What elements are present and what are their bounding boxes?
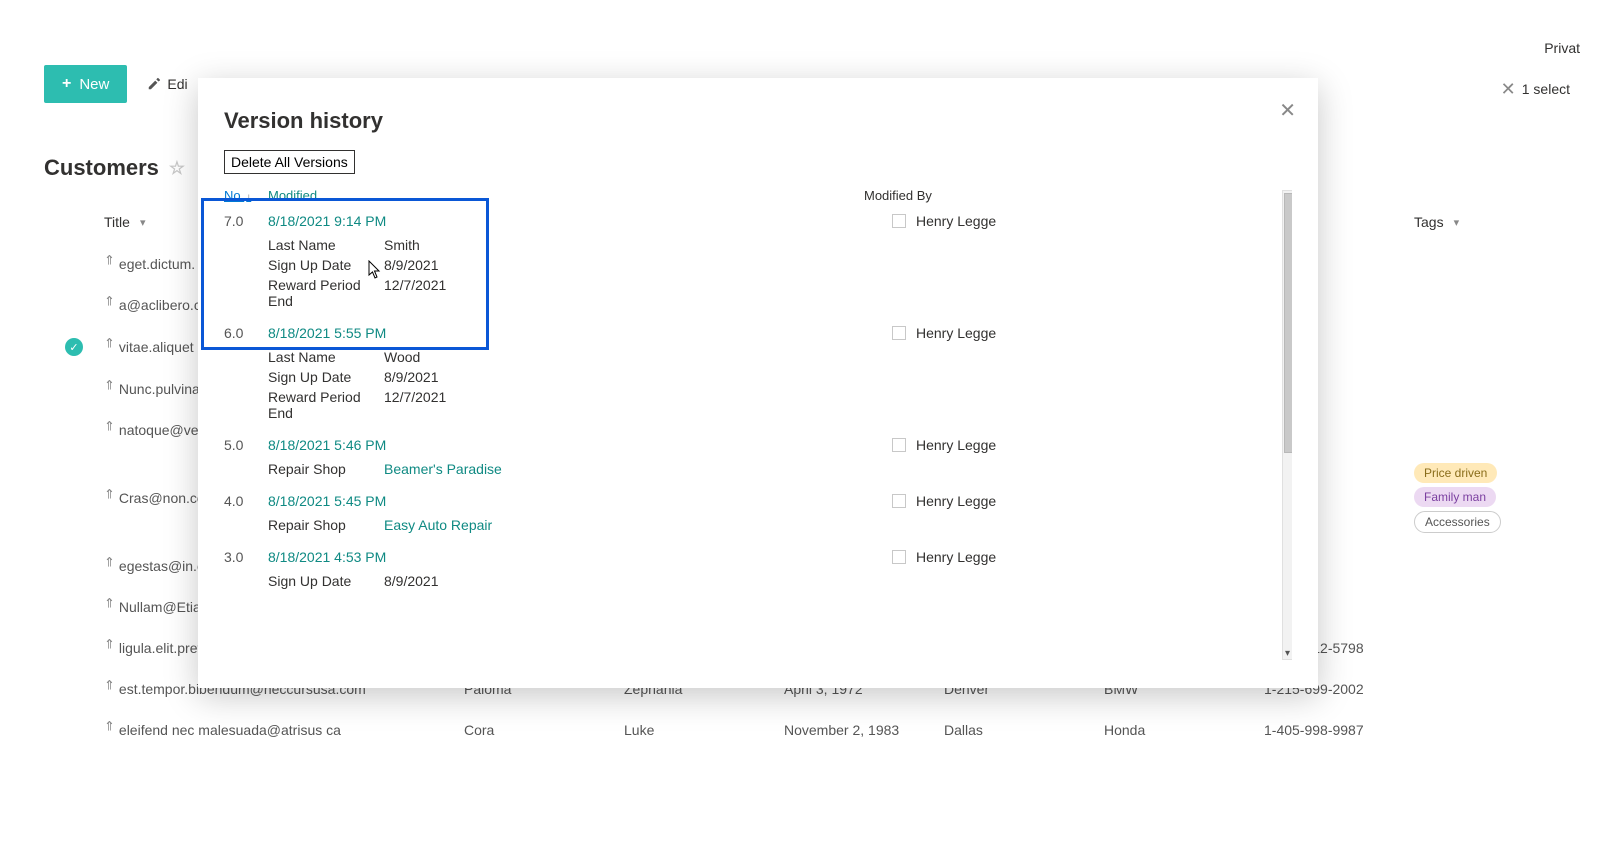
version-field: Last NameWood — [268, 347, 1292, 367]
new-button-label: New — [79, 76, 109, 93]
link-icon: ⇗ — [100, 634, 119, 653]
version-modified-by: Henry Legge — [892, 437, 1292, 453]
version-date-link[interactable]: 8/18/2021 9:14 PM — [268, 213, 386, 229]
link-icon: ⇗ — [100, 484, 119, 503]
link-icon: ⇗ — [100, 375, 119, 394]
scrollbar-thumb[interactable] — [1284, 193, 1292, 453]
version-history-body: No.↓ Modified Modified By 7.08/18/2021 9… — [224, 188, 1292, 668]
version-entry: 7.08/18/2021 9:14 PM Henry Legge Last Name… — [224, 209, 1292, 321]
dialog-title: Version history — [198, 78, 1318, 150]
col-header-modified-by[interactable]: Modified By — [864, 188, 1292, 203]
chevron-down-icon: ▾ — [1454, 216, 1460, 229]
selection-banner: ✕ 1 select — [1501, 80, 1570, 98]
version-history-dialog: Version history ✕ Delete All Versions No… — [198, 78, 1318, 688]
version-date-link[interactable]: 8/18/2021 5:45 PM — [268, 493, 386, 509]
tag-pill[interactable]: Accessories — [1414, 511, 1501, 533]
private-label: Privat — [1544, 40, 1580, 56]
col-header-modified[interactable]: Modified — [268, 188, 864, 203]
close-button[interactable]: ✕ — [1279, 98, 1296, 123]
version-table-header: No.↓ Modified Modified By — [224, 188, 1292, 209]
link-icon: ⇗ — [100, 416, 119, 435]
pencil-icon — [147, 77, 161, 91]
version-field-value[interactable]: Easy Auto Repair — [384, 517, 492, 533]
version-modified-by: Henry Legge — [892, 325, 1292, 341]
version-entry: 5.08/18/2021 5:46 PM Henry Legge Repair Sh… — [224, 433, 1292, 489]
row-number: 1-405-998-9987 — [1264, 722, 1414, 738]
version-field: Sign Up Date8/9/2021 — [268, 571, 1292, 591]
scroll-down-icon[interactable]: ▾ — [1285, 648, 1290, 659]
tag-pill[interactable]: Price driven — [1414, 463, 1497, 483]
version-field-value: 8/9/2021 — [384, 573, 439, 589]
version-modified-by: Henry Legge — [892, 549, 1292, 565]
version-entry: 4.08/18/2021 5:45 PM Henry Legge Repair Sh… — [224, 489, 1292, 545]
version-number: 6.0 — [224, 325, 268, 341]
link-icon: ⇗ — [100, 291, 119, 310]
version-number: 3.0 — [224, 549, 268, 565]
version-entry: 6.08/18/2021 5:55 PM Henry Legge Last Name… — [224, 321, 1292, 433]
list-title: Customers ☆ — [44, 155, 185, 181]
version-date-link[interactable]: 8/18/2021 5:55 PM — [268, 325, 386, 341]
chevron-down-icon: ▾ — [140, 216, 146, 229]
version-field-value: Wood — [384, 349, 420, 365]
version-number: 7.0 — [224, 213, 268, 229]
version-number: 4.0 — [224, 493, 268, 509]
version-modified-by: Henry Legge — [892, 213, 1292, 229]
version-field: Sign Up Date8/9/2021 — [268, 367, 1292, 387]
version-field-value: 8/9/2021 — [384, 369, 439, 385]
edit-button[interactable]: Edi — [147, 76, 187, 92]
link-icon: ⇗ — [100, 716, 119, 735]
version-field: Repair ShopEasy Auto Repair — [268, 515, 1292, 535]
link-icon: ⇗ — [100, 250, 119, 269]
version-field: Repair ShopBeamer's Paradise — [268, 459, 1292, 479]
favorite-star-icon[interactable]: ☆ — [169, 158, 185, 179]
user-presence-icon — [892, 438, 906, 452]
version-field-value[interactable]: Beamer's Paradise — [384, 461, 502, 477]
version-date-link[interactable]: 8/18/2021 5:46 PM — [268, 437, 386, 453]
edit-button-label: Edi — [167, 76, 187, 92]
version-field: Last NameSmith — [268, 235, 1292, 255]
table-row[interactable]: ⇗eleifend nec malesuada@atrisus caCoraLu… — [44, 710, 1580, 751]
version-field: Reward Period End12/7/2021 — [268, 275, 1292, 311]
link-icon: ⇗ — [100, 675, 119, 694]
row-title[interactable]: ⇗eleifend nec malesuada@atrisus ca — [104, 722, 464, 738]
version-field-value: 8/9/2021 — [384, 257, 439, 273]
version-modified-by: Henry Legge — [892, 493, 1292, 509]
col-header-no[interactable]: No.↓ — [224, 188, 268, 203]
version-field-value: 12/7/2021 — [384, 277, 446, 309]
user-presence-icon — [892, 326, 906, 340]
user-presence-icon — [892, 550, 906, 564]
sort-desc-icon: ↓ — [246, 192, 251, 203]
clear-selection-icon[interactable]: ✕ — [1501, 80, 1516, 98]
version-date-link[interactable]: 8/18/2021 4:53 PM — [268, 549, 386, 565]
new-button[interactable]: + New — [44, 65, 127, 103]
version-field: Reward Period End12/7/2021 — [268, 387, 1292, 423]
scrollbar[interactable]: ▴ ▾ — [1282, 190, 1292, 660]
version-entry: 3.08/18/2021 4:53 PM Henry Legge Sign Up D… — [224, 545, 1292, 601]
tag-pill[interactable]: Family man — [1414, 487, 1496, 507]
selection-count: 1 select — [1522, 81, 1570, 97]
version-field-value: 12/7/2021 — [384, 389, 446, 421]
delete-all-versions-button[interactable]: Delete All Versions — [224, 150, 355, 174]
list-title-text: Customers — [44, 155, 159, 181]
link-icon: ⇗ — [100, 593, 119, 612]
version-field-value: Smith — [384, 237, 420, 253]
version-field: Sign Up Date8/9/2021 — [268, 255, 1292, 275]
plus-icon: + — [62, 75, 71, 93]
col-header-tags[interactable]: Tags▾ — [1414, 214, 1554, 230]
toolbar: + New Edi — [44, 65, 188, 103]
checkmark-icon[interactable]: ✓ — [65, 338, 83, 356]
user-presence-icon — [892, 214, 906, 228]
link-icon: ⇗ — [100, 552, 119, 571]
row-tags: Price driven Family man Accessories — [1414, 463, 1554, 533]
user-presence-icon — [892, 494, 906, 508]
version-number: 5.0 — [224, 437, 268, 453]
